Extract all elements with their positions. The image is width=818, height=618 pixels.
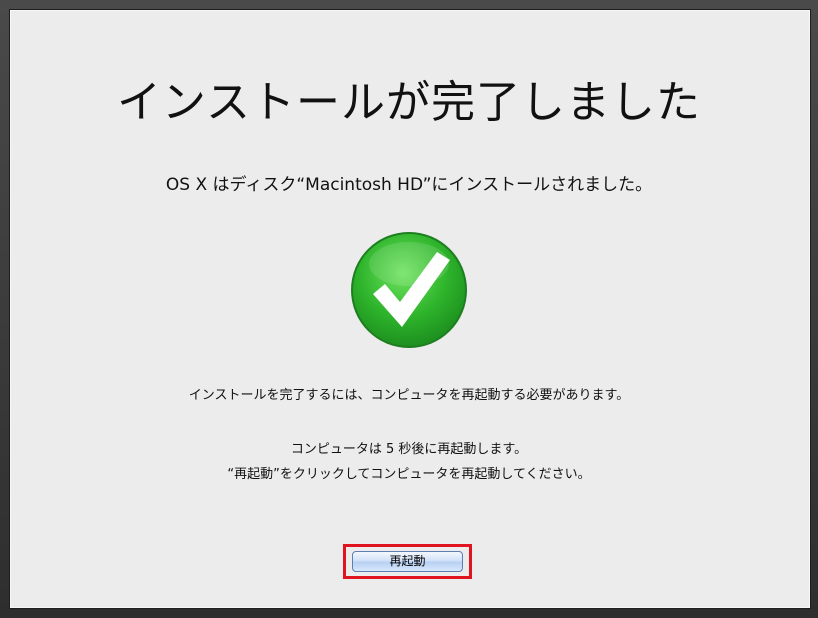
window-frame: インストールが完了しました OS X はディスク“Macintosh HD”にイ… xyxy=(0,0,818,618)
countdown-message: コンピュータは 5 秒後に再起動します。 xyxy=(290,442,528,457)
restart-button[interactable]: 再起動 xyxy=(352,551,463,572)
restart-required-message: インストールを完了するには、コンピュータを再起動する必要があります。 xyxy=(188,388,630,403)
restart-instruction: “再起動”をクリックしてコンピュータを再起動してください。 xyxy=(227,467,591,482)
checkmark-icon xyxy=(351,232,467,348)
page-title: インストールが完了しました xyxy=(116,77,702,128)
install-subtitle: OS X はディスク“Macintosh HD”にインストールされました。 xyxy=(165,175,653,195)
